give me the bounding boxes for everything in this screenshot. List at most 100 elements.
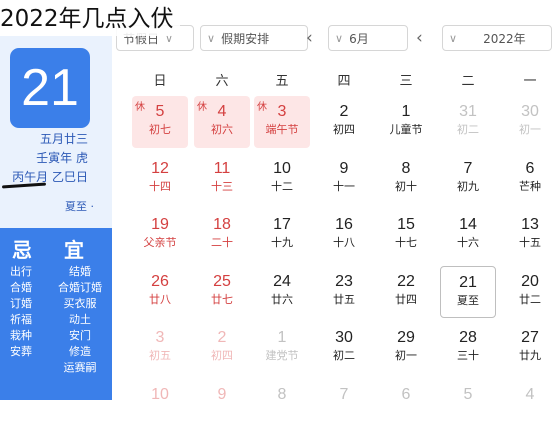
calendar-day-cell[interactable]: 29 初一 [378,322,434,374]
day-number: 22 [397,273,415,290]
lunar-label: 初二 [333,349,355,362]
prev-month-icon[interactable]: ‹ [306,28,313,48]
year-select[interactable]: ∨ 2022年 [442,25,552,51]
calendar-day-cell[interactable]: 2 初四 [316,96,372,148]
calendar-day-cell[interactable]: 25 廿七 [194,266,250,318]
calendar-day-cell[interactable]: 5 [440,379,496,431]
day-number: 3 [155,329,165,346]
day-number: 19 [151,216,169,233]
yi-list: 结婚 合婚订婚 买衣服 动土 安门 修造 运赛嗣 [56,264,104,376]
calendar-day-cell[interactable]: 22 廿四 [378,266,434,318]
calendar-day-cell[interactable]: 9 十一 [316,153,372,205]
calendar-day-cell[interactable]: 2 初四 [194,322,250,374]
ji-item: 合婚订婚 [10,281,32,310]
day-number: 21 [459,274,477,291]
day-number: 2 [217,329,227,346]
weekday-header: 三 [399,74,413,89]
calendar-day-cell[interactable]: 1 儿童节 [378,96,434,148]
yi-ji-panel: 忌 宜 出行 合婚订婚 祈福 栽种 安葬 结婚 合婚订婚 买衣服 动土 安门 修… [0,228,112,400]
lunar-label: 三十 [457,349,479,362]
lunar-label: 廿八 [149,293,171,306]
rest-day-tag: 休 [257,102,267,113]
calendar-day-cell[interactable]: 7 [316,379,372,431]
lunar-label: 初十 [395,180,417,193]
calendar-day-cell[interactable]: 18 二十 [194,209,250,261]
lunar-label: 十八 [333,236,355,249]
weekday-header: 二 [461,74,475,89]
calendar-day-cell[interactable]: 13 十五 [502,209,558,261]
calendar-day-cell[interactable]: 15 十七 [378,209,434,261]
weekday-header: 日 [153,74,167,89]
day-number: 30 [335,329,353,346]
lunar-date: 五月廿三 [39,132,88,146]
holiday-schedule-label: 假期安排 [221,31,270,46]
calendar-day-cell[interactable]: 14 十六 [440,209,496,261]
calendar-day-cell[interactable]: 3 初五 [132,322,188,374]
lunar-label: 初七 [149,123,171,136]
calendar-day-cell[interactable]: 23 廿五 [316,266,372,318]
calendar-day-cell[interactable]: 10 [132,379,188,431]
calendar-day-cell[interactable]: 17 十九 [254,209,310,261]
calendar-day-cell[interactable]: 8 初十 [378,153,434,205]
calendar-day-cell[interactable]: 休 3 端午节 [254,96,310,148]
overlay-title: 2022年几点入伏 [0,2,180,36]
weekday-header: 一 [523,74,537,89]
day-number: 7 [463,160,473,177]
yi-item: 运赛嗣 [63,361,97,374]
calendar-day-cell[interactable]: 30 初一 [502,96,558,148]
calendar-day-cell[interactable]: 20 廿二 [502,266,558,318]
calendar-day-cell[interactable]: 4 [502,379,558,431]
day-number: 26 [151,273,169,290]
calendar-day-cell[interactable]: 19 父亲节 [132,209,188,261]
lunar-label: 二十 [211,236,233,249]
day-number: 16 [335,216,353,233]
day-number: 23 [335,273,353,290]
month-select[interactable]: ∨ 6月 [328,25,408,51]
calendar-day-cell[interactable]: 21 夏至 [440,266,496,318]
day-number: 18 [213,216,231,233]
ji-item: 栽种 [10,329,32,342]
ji-item: 安葬 [10,345,32,358]
solar-term: 夏至 · [65,200,94,213]
calendar-day-cell[interactable]: 9 [194,379,250,431]
calendar-day-cell[interactable]: 休 5 初七 [132,96,188,148]
day-number: 17 [273,216,291,233]
ji-label: 忌 [12,238,32,262]
holiday-schedule-select[interactable]: ∨ 假期安排 [200,25,308,51]
lunar-label: 廿五 [333,293,355,306]
lunar-label: 十一 [333,180,355,193]
day-number: 24 [273,273,291,290]
lunar-label: 初六 [211,123,233,136]
calendar-day-cell[interactable]: 31 初二 [440,96,496,148]
calendar-day-cell[interactable]: 7 初九 [440,153,496,205]
lunar-label: 廿二 [519,293,541,306]
calendar-day-cell[interactable]: 6 [378,379,434,431]
lunar-label: 廿四 [395,293,417,306]
calendar-day-cell[interactable]: 30 初二 [316,322,372,374]
lunar-label: 初四 [211,349,233,362]
calendar-day-cell[interactable]: 16 十八 [316,209,372,261]
day-number: 29 [397,329,415,346]
lunar-label: 十九 [271,236,293,249]
lunar-label: 十七 [395,236,417,249]
calendar-day-cell[interactable]: 休 4 初六 [194,96,250,148]
lunar-label: 十五 [519,236,541,249]
calendar-day-cell[interactable]: 10 十二 [254,153,310,205]
calendar-day-cell[interactable]: 26 廿八 [132,266,188,318]
lunar-label: 儿童节 [389,123,423,136]
calendar-day-cell[interactable]: 1 建党节 [254,322,310,374]
calendar-day-cell[interactable]: 28 三十 [440,322,496,374]
calendar-day-cell[interactable]: 24 廿六 [254,266,310,318]
calendar-day-cell[interactable]: 27 廿九 [502,322,558,374]
lunar-label: 初五 [149,349,171,362]
month-select-label: 6月 [349,31,369,46]
calendar-day-cell[interactable]: 11 十三 [194,153,250,205]
lunar-label: 初一 [395,349,417,362]
calendar-day-cell[interactable]: 12 十四 [132,153,188,205]
day-number: 20 [521,273,539,290]
calendar-day-cell[interactable]: 8 [254,379,310,431]
next-month-icon[interactable]: ‹ [416,28,423,48]
yi-item: 动土 [69,313,91,326]
yi-item: 结婚 [69,265,91,278]
calendar-day-cell[interactable]: 6 芒种 [502,153,558,205]
